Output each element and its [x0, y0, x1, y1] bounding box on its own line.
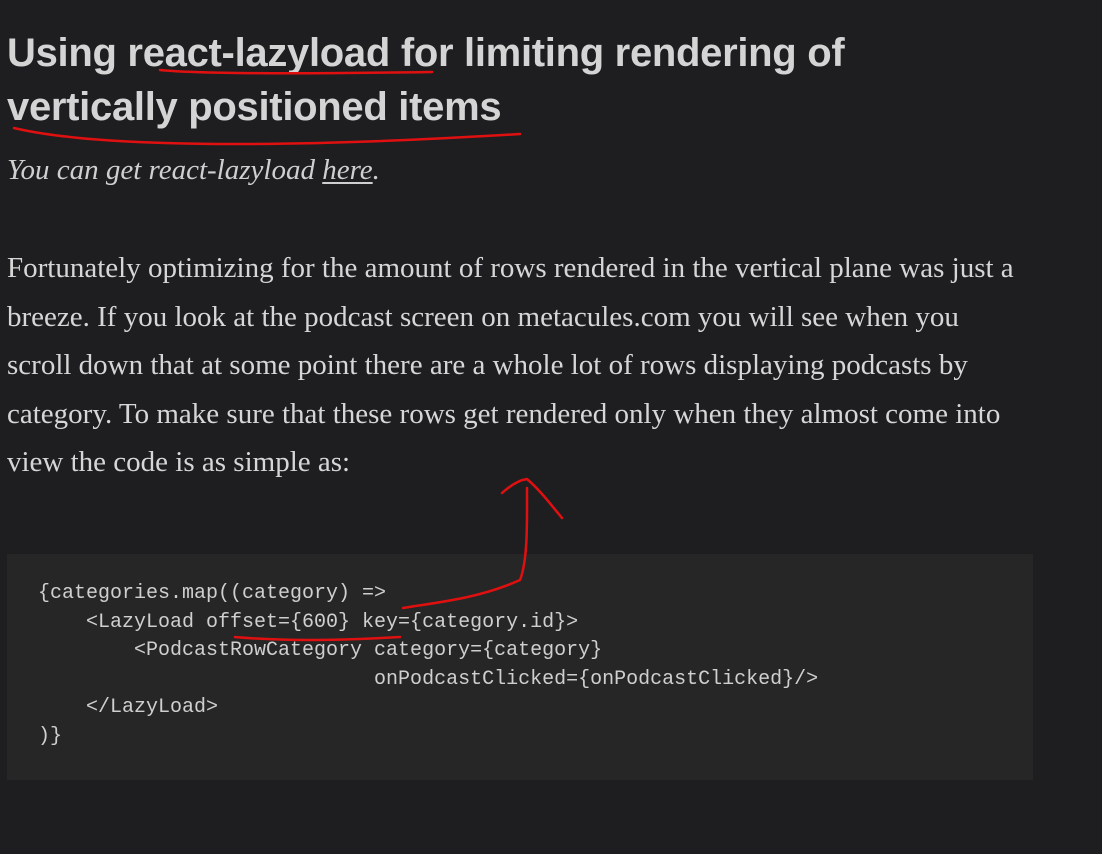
section-heading: Using react-lazyload for limiting render…: [7, 31, 845, 129]
subtitle-text: You can get react-lazyload: [7, 154, 323, 186]
subtitle: You can get react-lazyload here.: [7, 150, 380, 190]
code-line: )}: [38, 724, 63, 748]
body-paragraph: Fortunately optimizing for the amount of…: [7, 252, 1014, 478]
subtitle-period: .: [372, 154, 380, 186]
code-line: {categories.map((category) =>: [38, 582, 387, 605]
code-line: <LazyLoad offset={600} key={category.id}…: [38, 610, 579, 634]
code-line: </LazyLoad>: [38, 696, 219, 720]
code-line: onPodcastClicked={onPodcastClicked}/>: [38, 667, 819, 691]
code-content: {categories.map((category) => <LazyLoad …: [38, 580, 1033, 752]
code-block: {categories.map((category) => <LazyLoad …: [7, 554, 1033, 780]
here-link[interactable]: here: [322, 154, 372, 186]
code-line: <PodcastRowCategory category={category}: [38, 639, 603, 663]
